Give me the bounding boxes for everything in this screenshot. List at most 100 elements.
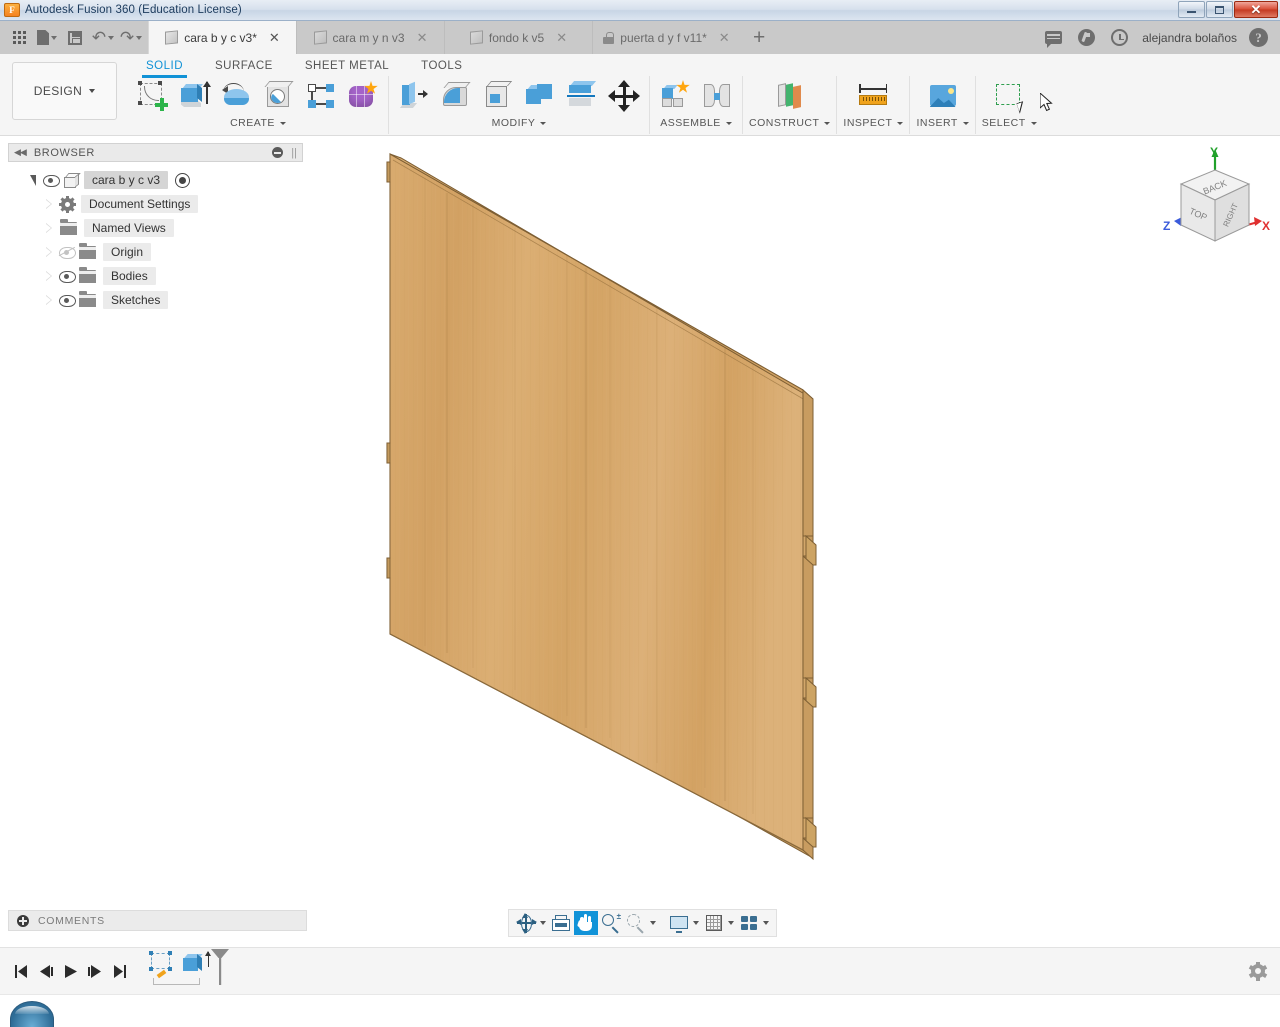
step-forward-button[interactable] <box>83 959 108 984</box>
model-3d-view[interactable] <box>305 138 1280 904</box>
restore-button[interactable] <box>1206 1 1233 18</box>
joint-button[interactable] <box>698 77 736 115</box>
undo-button[interactable]: ↶ <box>90 25 116 51</box>
combine-button[interactable] <box>521 77 559 115</box>
pan-button[interactable] <box>574 911 598 935</box>
select-window-button[interactable] <box>990 77 1028 115</box>
ribbon-group-create-label[interactable]: CREATE <box>230 117 286 129</box>
offset-plane-button[interactable] <box>771 77 809 115</box>
wood-panel-body[interactable] <box>387 154 816 859</box>
visibility-eye-off-icon[interactable] <box>59 246 75 258</box>
ribbon-group-construct-label[interactable]: CONSTRUCT <box>749 117 830 129</box>
expand-toggle[interactable] <box>26 175 39 186</box>
go-to-beginning-button[interactable] <box>8 959 33 984</box>
chevron-down-icon[interactable] <box>650 921 656 925</box>
document-tab-3[interactable]: puerta d y f v11* ✕ <box>592 21 740 54</box>
tab-solid[interactable]: SOLID <box>130 56 199 78</box>
document-tab-0[interactable]: cara b y c v3* ✕ <box>148 21 296 54</box>
loft-button[interactable] <box>302 77 340 115</box>
comments-bar[interactable]: COMMENTS <box>8 910 307 931</box>
ribbon-group-select-label[interactable]: SELECT <box>982 117 1037 129</box>
close-button[interactable]: ✕ <box>1234 1 1278 18</box>
visibility-eye-icon[interactable] <box>59 294 75 306</box>
tree-node-sketches[interactable]: Sketches <box>8 288 303 312</box>
create-sketch-button[interactable] <box>134 77 172 115</box>
expand-toggle[interactable] <box>42 199 55 209</box>
orbit-button[interactable] <box>514 911 538 935</box>
revolve-button[interactable] <box>218 77 256 115</box>
tree-node-document-settings[interactable]: Document Settings <box>8 192 303 216</box>
measure-button[interactable] <box>854 77 892 115</box>
close-tab-button[interactable]: ✕ <box>556 31 567 44</box>
document-tab-1[interactable]: cara m y n v3 ✕ <box>296 21 444 54</box>
tab-sheet-metal[interactable]: SHEET METAL <box>289 56 405 78</box>
document-tab-2[interactable]: fondo k v5 ✕ <box>444 21 592 54</box>
new-component-button[interactable] <box>656 77 694 115</box>
job-status-button[interactable] <box>1109 27 1130 48</box>
ribbon-group-modify-label[interactable]: MODIFY <box>492 117 547 129</box>
timeline-settings-gear-icon[interactable] <box>1249 963 1266 980</box>
chevron-down-icon[interactable] <box>728 921 734 925</box>
sketch-feature-icon[interactable] <box>149 951 177 977</box>
save-button[interactable] <box>62 25 88 51</box>
new-tab-button[interactable]: + <box>740 21 778 54</box>
close-tab-button[interactable]: ✕ <box>719 31 730 44</box>
comments-button[interactable] <box>1043 27 1064 48</box>
minimize-button[interactable] <box>1178 1 1205 18</box>
display-settings-button[interactable] <box>667 911 691 935</box>
sweep-button[interactable] <box>260 77 298 115</box>
apps-grid-button[interactable] <box>6 25 32 51</box>
expand-toggle[interactable] <box>42 247 55 257</box>
ribbon-group-inspect-label[interactable]: INSPECT <box>843 117 903 129</box>
activate-component-radio[interactable] <box>175 173 190 188</box>
extrude-feature-icon[interactable] <box>181 951 209 977</box>
zoom-button[interactable]: ± <box>599 911 623 935</box>
extrude-button[interactable] <box>176 77 214 115</box>
tree-node-bodies[interactable]: Bodies <box>8 264 303 288</box>
move-copy-button[interactable] <box>605 77 643 115</box>
workspace-switcher-button[interactable]: DESIGN <box>12 62 117 120</box>
viewport-canvas[interactable]: BACK TOP RIGHT X Y Z <box>305 138 1280 904</box>
chevron-down-icon[interactable] <box>540 921 546 925</box>
visibility-eye-icon[interactable] <box>59 270 75 282</box>
visibility-eye-icon[interactable] <box>43 174 59 186</box>
account-name[interactable]: alejandra bolaños <box>1142 31 1237 45</box>
taskbar-window-button[interactable] <box>10 1001 54 1027</box>
close-tab-button[interactable]: ✕ <box>269 31 280 44</box>
help-icon[interactable]: ? <box>1249 28 1268 47</box>
insert-image-button[interactable] <box>924 77 962 115</box>
timeline-end-marker[interactable] <box>209 949 231 985</box>
play-button[interactable] <box>58 959 83 984</box>
ribbon-group-insert-label[interactable]: INSERT <box>916 117 968 129</box>
browser-minimize-icon[interactable] <box>272 147 283 158</box>
chevron-down-icon[interactable] <box>763 921 769 925</box>
chevron-down-icon[interactable] <box>693 921 699 925</box>
ribbon-group-assemble-label[interactable]: ASSEMBLE <box>660 117 732 129</box>
grid-snaps-button[interactable] <box>702 911 726 935</box>
step-back-button[interactable] <box>33 959 58 984</box>
look-at-button[interactable] <box>549 911 573 935</box>
notifications-button[interactable] <box>1076 27 1097 48</box>
browser-grip-icon[interactable]: || <box>291 147 297 159</box>
tab-tools[interactable]: TOOLS <box>405 56 478 78</box>
tab-surface[interactable]: SURFACE <box>199 56 289 78</box>
viewports-button[interactable] <box>737 911 761 935</box>
tree-node-named-views[interactable]: Named Views <box>8 216 303 240</box>
file-menu-button[interactable] <box>34 25 60 51</box>
shell-button[interactable] <box>479 77 517 115</box>
fit-button[interactable] <box>624 911 648 935</box>
expand-toggle[interactable] <box>42 271 55 281</box>
add-comment-icon[interactable] <box>17 915 29 927</box>
expand-toggle[interactable] <box>42 223 55 233</box>
go-to-end-button[interactable] <box>108 959 133 984</box>
fillet-button[interactable] <box>437 77 475 115</box>
view-cube[interactable]: BACK TOP RIGHT X Y Z <box>1152 144 1272 259</box>
collapse-left-icon[interactable]: ◀◀ <box>14 147 26 158</box>
tree-node-origin[interactable]: Origin <box>8 240 303 264</box>
split-face-button[interactable] <box>563 77 601 115</box>
press-pull-button[interactable] <box>395 77 433 115</box>
tree-node-component[interactable]: cara b y c v3 <box>8 168 303 192</box>
close-tab-button[interactable]: ✕ <box>417 31 428 44</box>
create-form-button[interactable] <box>344 77 382 115</box>
redo-button[interactable]: ↷ <box>118 25 144 51</box>
